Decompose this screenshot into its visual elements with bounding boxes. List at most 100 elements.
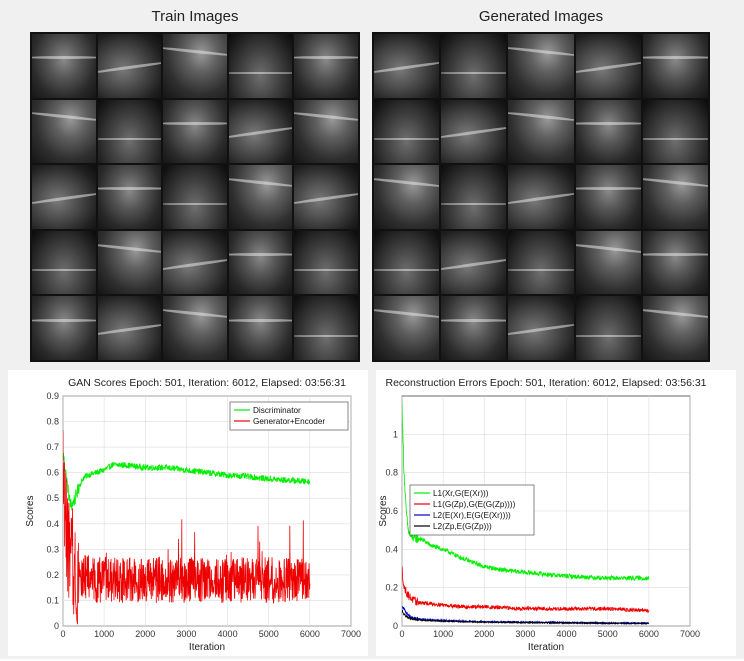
generated-image-tile (441, 296, 507, 360)
train-image-tile (294, 230, 358, 295)
x-axis-label: Iteration (189, 642, 225, 653)
x-axis-label: Iteration (528, 642, 564, 653)
gan-scores-chart: GAN Scores Epoch: 501, Iteration: 6012, … (25, 377, 361, 653)
generated-image-tile (374, 165, 440, 229)
x-tick-label: 7000 (341, 629, 361, 639)
legend-entry: Generator+Encoder (253, 417, 325, 426)
x-tick-label: 3000 (515, 629, 535, 639)
generated-image-tile (642, 296, 708, 360)
x-tick-label: 1000 (433, 629, 453, 639)
train-image-tile (97, 34, 162, 98)
y-tick-label: 0.4 (385, 544, 398, 554)
legend-entry: L2(Zp,E(G(Zp))) (433, 522, 492, 531)
reconstruction-errors-plot-panel: Reconstruction Errors Epoch: 501, Iterat… (376, 370, 736, 656)
train-image-tile (163, 99, 227, 164)
generated-image-tile (575, 34, 641, 98)
train-image-tile (97, 99, 162, 164)
x-tick-label: 0 (60, 629, 65, 639)
train-image-tile (163, 34, 227, 98)
train-image-tile (32, 165, 96, 229)
generated-image-tile (642, 230, 708, 295)
train-image-tile (32, 99, 96, 164)
x-tick-label: 6000 (639, 629, 659, 639)
train-image-tile (97, 230, 162, 295)
generated-image-tile (508, 34, 574, 98)
gan-scores-plot-panel: GAN Scores Epoch: 501, Iteration: 6012, … (8, 370, 368, 656)
y-tick-label: 0.2 (46, 570, 59, 580)
train-image-tile (228, 230, 293, 295)
train-image-tile (32, 230, 96, 295)
x-tick-label: 0 (399, 629, 404, 639)
generated-image-tile (575, 99, 641, 164)
train-image-tile (97, 296, 162, 360)
generated-image-tile (642, 165, 708, 229)
x-tick-label: 2000 (474, 629, 494, 639)
y-tick-label: 0.7 (46, 442, 59, 452)
train-image-tile (294, 34, 358, 98)
chart-title: GAN Scores Epoch: 501, Iteration: 6012, … (68, 377, 346, 389)
train-image-tile (228, 34, 293, 98)
x-tick-label: 1000 (94, 629, 114, 639)
generated-image-tile (374, 99, 440, 164)
y-tick-label: 0.5 (46, 493, 59, 503)
generated-image-tile (508, 296, 574, 360)
generated-image-tile (642, 99, 708, 164)
train-image-tile (97, 165, 162, 229)
y-axis-label: Scores (378, 495, 389, 526)
figure: Train Images Generated Images GAN Scores… (0, 0, 744, 659)
x-tick-label: 4000 (218, 629, 238, 639)
train-image-tile (228, 165, 293, 229)
y-tick-label: 0.1 (46, 595, 59, 605)
x-tick-label: 2000 (135, 629, 155, 639)
y-axis-label: Scores (25, 495, 36, 526)
generated-image-tile (374, 230, 440, 295)
y-tick-label: 0.8 (385, 468, 398, 478)
y-tick-label: 0 (393, 621, 398, 631)
y-tick-label: 0.8 (46, 417, 59, 427)
train-image-tile (163, 296, 227, 360)
generated-image-tile (508, 99, 574, 164)
generated-image-tile (374, 296, 440, 360)
chart-title: Reconstruction Errors Epoch: 501, Iterat… (385, 377, 706, 389)
train-image-tile (32, 296, 96, 360)
generated-image-tile (441, 165, 507, 229)
x-tick-label: 5000 (598, 629, 618, 639)
generated-image-tile (575, 230, 641, 295)
train-images-title: Train Images (151, 8, 239, 25)
generated-image-tile (441, 34, 507, 98)
legend-entry: L1(Xr,G(E(Xr))) (433, 489, 489, 498)
generated-images-grid (372, 32, 710, 362)
legend-entry: L2(E(Xr),E(G(E(Xr)))) (433, 511, 511, 520)
generated-image-tile (642, 34, 708, 98)
generated-image-tile (508, 230, 574, 295)
train-image-tile (294, 296, 358, 360)
train-image-tile (294, 165, 358, 229)
reconstruction-errors-chart: Reconstruction Errors Epoch: 501, Iterat… (378, 377, 707, 653)
x-tick-label: 4000 (557, 629, 577, 639)
generated-image-tile (575, 165, 641, 229)
train-images-grid (30, 32, 360, 362)
y-tick-label: 0 (54, 621, 59, 631)
generated-image-tile (575, 296, 641, 360)
generated-image-tile (441, 99, 507, 164)
generated-images-title: Generated Images (478, 8, 604, 25)
x-tick-label: 6000 (300, 629, 320, 639)
generated-image-tile (441, 230, 507, 295)
train-image-tile (228, 296, 293, 360)
y-tick-label: 1 (393, 429, 398, 439)
x-tick-label: 5000 (259, 629, 279, 639)
train-image-tile (163, 165, 227, 229)
train-image-tile (32, 34, 96, 98)
legend-entry: L1(G(Zp),G(E(G(Zp)))) (433, 500, 516, 509)
generated-image-tile (374, 34, 440, 98)
x-tick-label: 7000 (680, 629, 700, 639)
generated-image-tile (508, 165, 574, 229)
legend-entry: Discriminator (253, 406, 301, 415)
train-image-tile (228, 99, 293, 164)
x-tick-label: 3000 (176, 629, 196, 639)
y-tick-label: 0.9 (46, 391, 59, 401)
y-tick-label: 0.4 (46, 519, 59, 529)
train-image-tile (294, 99, 358, 164)
y-tick-label: 0.3 (46, 544, 59, 554)
y-tick-label: 0.2 (385, 583, 398, 593)
